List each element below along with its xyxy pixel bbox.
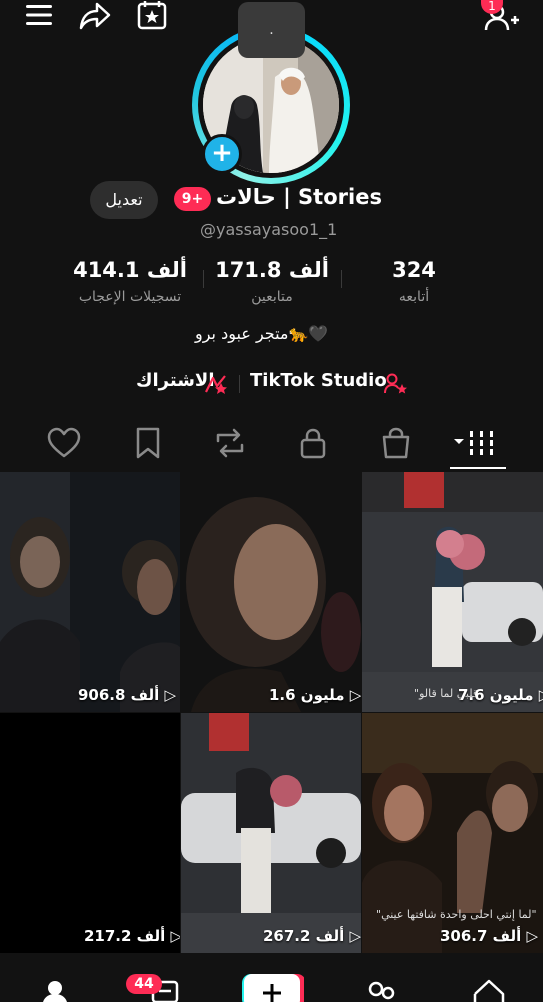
calendar-star-icon[interactable] xyxy=(136,0,170,34)
video-thumbnail[interactable]: 217.2 ألف ▷ xyxy=(0,713,180,953)
subscribe-icon xyxy=(203,372,229,396)
stats-divider xyxy=(203,270,204,288)
play-icon: ▷ xyxy=(349,927,361,945)
view-count: 7.6 مليون ▷ xyxy=(458,686,543,704)
profile-handle: @yassayasoo1_1 xyxy=(200,220,338,239)
followers-label[interactable]: متابعين xyxy=(212,289,332,305)
video-thumbnail[interactable]: "قلبي لما قالو 7.6 مليون ▷ xyxy=(362,472,543,712)
view-count: 267.2 ألف ▷ xyxy=(263,927,361,945)
create-video-button[interactable] xyxy=(240,974,304,1002)
menu-icon[interactable] xyxy=(24,2,58,36)
play-icon: ▷ xyxy=(526,927,539,945)
tab-liked[interactable] xyxy=(44,425,84,461)
tab-private[interactable] xyxy=(293,425,333,461)
link-divider xyxy=(239,375,240,393)
profile-note[interactable]: . xyxy=(238,2,305,58)
play-icon: ▷ xyxy=(170,927,180,945)
bottom-navigation xyxy=(0,970,543,1002)
video-thumbnail[interactable]: 906.8 ألف ▷ xyxy=(0,472,180,712)
play-icon: ▷ xyxy=(164,686,177,704)
nav-profile-icon[interactable] xyxy=(42,980,68,1002)
likes-count: 414.1 ألف xyxy=(73,258,187,282)
view-count: 217.2 ألف ▷ xyxy=(84,927,180,945)
tab-reposts[interactable] xyxy=(210,425,250,461)
video-thumbnail[interactable]: 1.6 مليون ▷ xyxy=(181,472,361,712)
profile-name: حالات | Stories xyxy=(216,185,382,209)
share-icon[interactable] xyxy=(78,0,112,34)
following-label[interactable]: أتابعه xyxy=(374,289,454,305)
view-count: 306.7 ألف ▷ xyxy=(440,927,539,945)
followers-count[interactable]: 171.8 ألف xyxy=(212,258,332,282)
nav-home-icon[interactable] xyxy=(472,978,506,1002)
tiktok-studio-label: TikTok Studio xyxy=(250,370,387,391)
following-count[interactable]: 324 xyxy=(374,258,454,282)
edit-profile-button[interactable]: تعديل xyxy=(90,181,158,219)
video-thumbnail[interactable]: 267.2 ألف ▷ xyxy=(181,713,361,953)
video-caption: "لما إنتي احلى واحدة شافتها عيني" xyxy=(376,908,537,921)
tab-videos-grid[interactable] xyxy=(452,425,504,461)
video-thumbnail[interactable]: "لما إنتي احلى واحدة شافتها عيني" 306.7 … xyxy=(362,713,543,953)
tab-shop[interactable] xyxy=(376,425,416,461)
play-icon: ▷ xyxy=(539,686,543,704)
stories-count-badge: 9+ xyxy=(174,187,211,211)
profile-bio: متجر عبود برو🐆🖤 xyxy=(195,324,329,343)
view-count: 1.6 مليون ▷ xyxy=(269,686,361,704)
play-icon: ▷ xyxy=(349,686,361,704)
nav-friends-icon[interactable] xyxy=(364,980,398,1002)
inbox-badge: 44 xyxy=(126,974,162,994)
active-tab-indicator xyxy=(450,467,506,469)
studio-person-star-icon xyxy=(383,372,409,396)
tab-favorites[interactable] xyxy=(128,425,168,461)
tiktok-studio-link[interactable]: TikTok Studio xyxy=(250,370,387,391)
likes-label: تسجيلات الإعجاب xyxy=(78,289,182,305)
stats-divider xyxy=(341,270,342,288)
view-count: 906.8 ألف ▷ xyxy=(78,686,177,704)
add-story-button[interactable]: + xyxy=(202,134,242,174)
